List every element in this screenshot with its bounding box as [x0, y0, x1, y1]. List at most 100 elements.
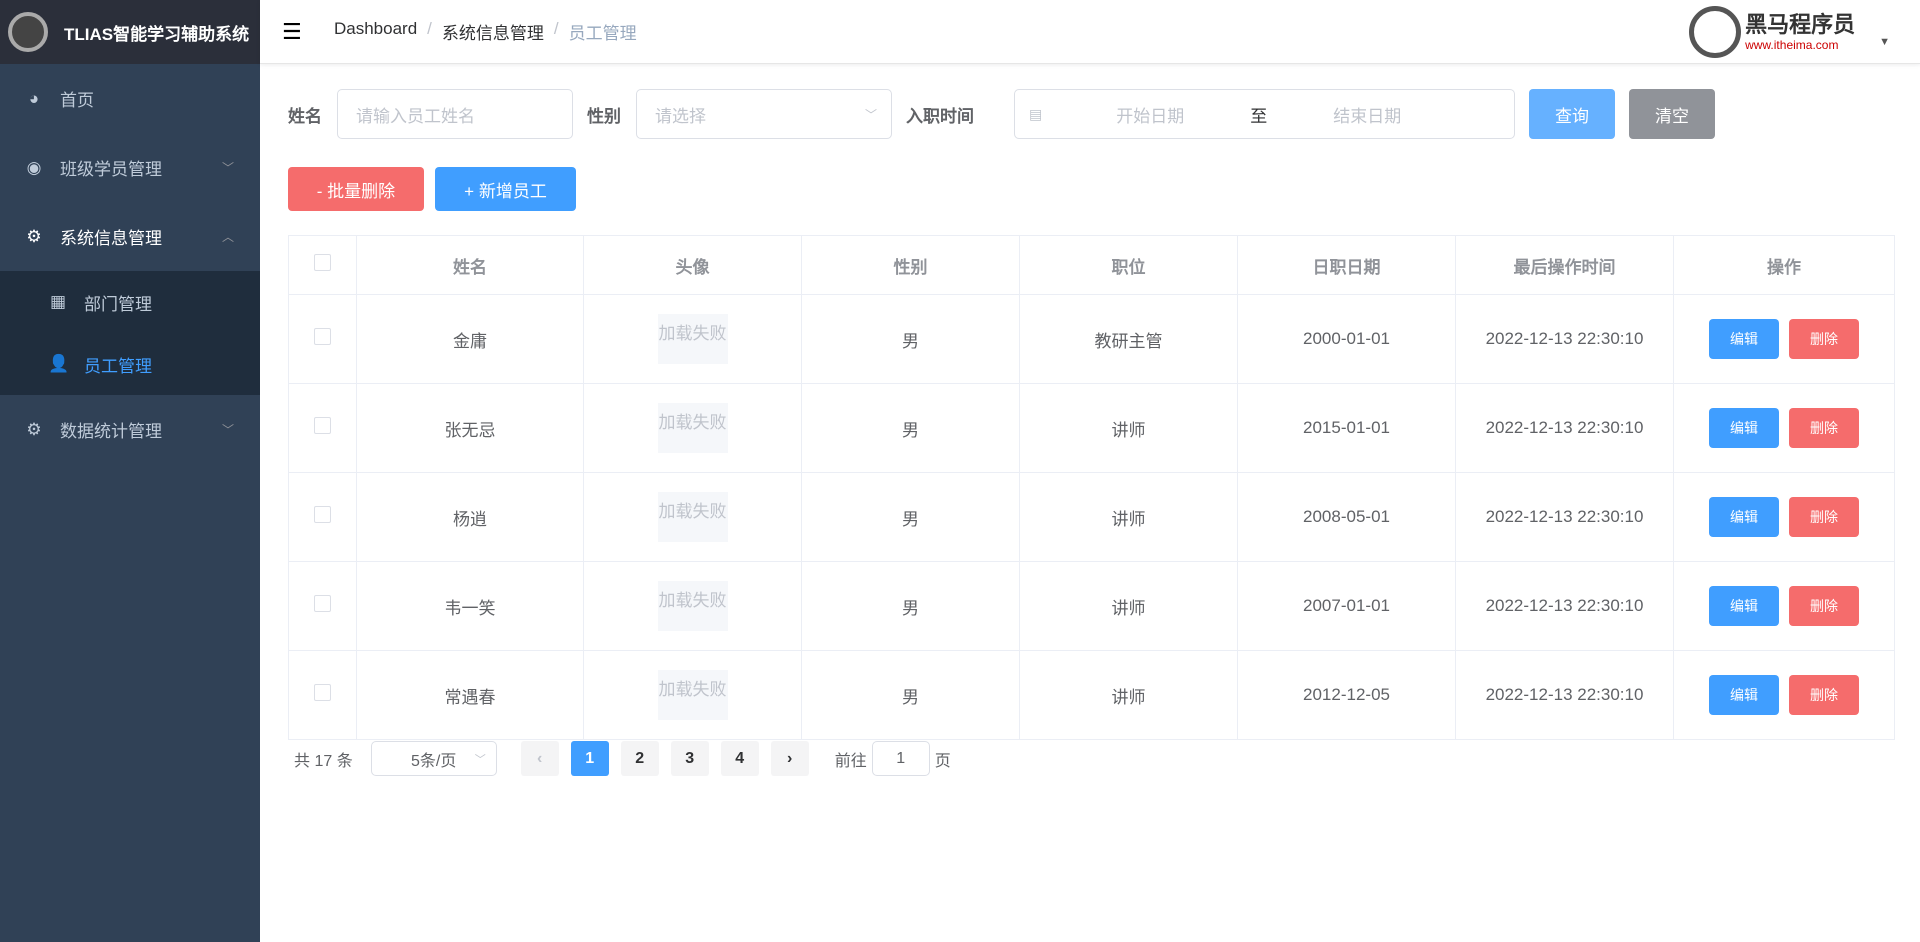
- breadcrumb-separator: /: [553, 19, 559, 38]
- gender-label: 性别: [587, 106, 621, 126]
- col-update-time: 最后操作时间: [1455, 235, 1674, 295]
- edit-button[interactable]: 编辑: [1709, 408, 1779, 448]
- logo-icon: [8, 12, 48, 52]
- avatar-image-failed: 加载失败: [657, 670, 728, 720]
- select-cell: [288, 561, 357, 651]
- dashboard-icon: ◕: [28, 88, 40, 108]
- page-size-select[interactable]: 5条/页 ﹀: [370, 741, 497, 776]
- row-checkbox[interactable]: [314, 506, 331, 523]
- row-checkbox[interactable]: [314, 684, 331, 701]
- col-name: 姓名: [356, 235, 584, 295]
- update-time-cell: 2022-12-13 22:30:10: [1455, 383, 1674, 473]
- avatar-cell: 加载失败: [583, 294, 802, 384]
- employee-table: 姓名 头像 性别 职位 日职日期 最后操作时间 操作 金庸 加载失败 男 教研主…: [288, 235, 1895, 740]
- start-date-input[interactable]: 开始日期: [1050, 102, 1250, 127]
- entry-date-cell: 2007-01-01: [1237, 561, 1456, 651]
- table-row: 金庸 加载失败 男 教研主管 2000-01-01 2022-12-13 22:…: [288, 294, 1895, 384]
- name-placeholder: 请输入员工姓名: [356, 106, 475, 126]
- add-employee-button[interactable]: + 新增员工: [435, 167, 576, 211]
- edit-button[interactable]: 编辑: [1709, 675, 1779, 715]
- calendar-icon: ▤: [1029, 105, 1043, 122]
- horse-logo-icon: [1689, 6, 1742, 58]
- actions-cell: 编辑 删除: [1673, 561, 1895, 651]
- brand-dropdown[interactable]: 黑马程序员 www.itheima.com ▼: [1689, 6, 1890, 58]
- avatar-cell: 加载失败: [583, 383, 802, 473]
- name-cell: 韦一笑: [356, 561, 584, 651]
- brand-url: www.itheima.com: [1745, 38, 1839, 52]
- app-title: TLIAS智能学习辅助系统: [64, 24, 250, 44]
- job-cell: 讲师: [1019, 383, 1238, 473]
- next-page-button[interactable]: ›: [770, 741, 809, 776]
- actions-cell: 编辑 删除: [1673, 294, 1895, 384]
- delete-button[interactable]: 删除: [1789, 497, 1859, 537]
- sidebar-item-label: 系统信息管理: [60, 229, 162, 248]
- sidebar-item-emp[interactable]: 👤 员工管理: [0, 333, 260, 395]
- delete-button[interactable]: 删除: [1789, 586, 1859, 626]
- gear-icon: ⚙: [26, 419, 42, 439]
- sidebar-item-label: 首页: [60, 91, 94, 110]
- col-avatar: 头像: [583, 235, 802, 295]
- page-3[interactable]: 3: [670, 741, 709, 776]
- sidebar-item-stats[interactable]: ⚙ 数据统计管理 ﹀: [0, 395, 260, 464]
- name-input[interactable]: 请输入员工姓名: [337, 89, 573, 139]
- chevron-down-icon: ﹀: [221, 161, 234, 175]
- sidebar-item-class[interactable]: ◉ 班级学员管理 ﹀: [0, 133, 260, 202]
- edit-button[interactable]: 编辑: [1709, 319, 1779, 359]
- end-date-input[interactable]: 结束日期: [1267, 102, 1467, 127]
- edit-button[interactable]: 编辑: [1709, 497, 1779, 537]
- sidebar-item-label: 数据统计管理: [60, 422, 162, 441]
- table-row: 常遇春 加载失败 男 讲师 2012-12-05 2022-12-13 22:3…: [288, 650, 1895, 740]
- page-2[interactable]: 2: [620, 741, 659, 776]
- table-row: 韦一笑 加载失败 男 讲师 2007-01-01 2022-12-13 22:3…: [288, 561, 1895, 651]
- table-header: 姓名 头像 性别 职位 日职日期 最后操作时间 操作: [288, 235, 1895, 295]
- batch-delete-button[interactable]: - 批量删除: [288, 167, 424, 211]
- table-row: 杨逍 加载失败 男 讲师 2008-05-01 2022-12-13 22:30…: [288, 472, 1895, 562]
- sidebar-item-dept[interactable]: ▦ 部门管理: [0, 271, 260, 333]
- gender-cell: 男: [801, 294, 1020, 384]
- delete-button[interactable]: 删除: [1789, 319, 1859, 359]
- entry-date-cell: 2012-12-05: [1237, 650, 1456, 740]
- row-checkbox[interactable]: [314, 328, 331, 345]
- page-4[interactable]: 4: [720, 741, 759, 776]
- update-time-cell: 2022-12-13 22:30:10: [1455, 294, 1674, 384]
- row-checkbox[interactable]: [314, 595, 331, 612]
- row-checkbox[interactable]: [314, 417, 331, 434]
- edit-button[interactable]: 编辑: [1709, 586, 1779, 626]
- brand-name: 黑马程序员: [1745, 12, 1856, 37]
- clear-button[interactable]: 清空: [1629, 89, 1715, 139]
- gender-cell: 男: [801, 472, 1020, 562]
- menu-toggle-icon[interactable]: ☰: [282, 19, 312, 45]
- sidebar-item-label: 部门管理: [84, 294, 152, 314]
- job-cell: 教研主管: [1019, 294, 1238, 384]
- breadcrumb-dashboard[interactable]: Dashboard: [334, 19, 417, 44]
- select-cell: [288, 650, 357, 740]
- page-1[interactable]: 1: [570, 741, 609, 776]
- delete-button[interactable]: 删除: [1789, 408, 1859, 448]
- table-row: 张无忌 加载失败 男 讲师 2015-01-01 2022-12-13 22:3…: [288, 383, 1895, 473]
- entry-date-cell: 2008-05-01: [1237, 472, 1456, 562]
- range-separator: 至: [1250, 106, 1268, 126]
- caret-down-icon: ▼: [1879, 36, 1890, 48]
- gender-select[interactable]: 请选择 ﹀: [636, 89, 892, 139]
- col-entry-date: 日职日期: [1237, 235, 1456, 295]
- user-icon: 👤: [48, 354, 70, 373]
- delete-button[interactable]: 删除: [1789, 675, 1859, 715]
- update-time-cell: 2022-12-13 22:30:10: [1455, 472, 1674, 562]
- date-range-picker[interactable]: ▤ 开始日期 至 结束日期: [1014, 89, 1515, 139]
- sidebar-item-home[interactable]: ◕ 首页: [0, 64, 260, 133]
- breadcrumb: Dashboard / 系统信息管理 / 员工管理: [334, 19, 637, 44]
- col-job: 职位: [1019, 235, 1238, 295]
- query-button[interactable]: 查询: [1529, 89, 1615, 139]
- sidebar-item-system[interactable]: ⚙ 系统信息管理 ︿: [0, 202, 260, 271]
- avatar-image-failed: 加载失败: [657, 403, 728, 453]
- submenu: ▦ 部门管理 👤 员工管理: [0, 271, 260, 395]
- entry-date-cell: 2015-01-01: [1237, 383, 1456, 473]
- help-circle-icon: ◉: [26, 157, 42, 177]
- prev-page-button[interactable]: ‹: [520, 741, 559, 776]
- actions-cell: 编辑 删除: [1673, 650, 1895, 740]
- goto-page-input[interactable]: 1: [871, 741, 930, 776]
- job-cell: 讲师: [1019, 472, 1238, 562]
- select-all-checkbox[interactable]: [314, 254, 331, 271]
- search-form: 姓名 请输入员工姓名 性别 请选择 ﹀ 入职时间 ▤ 开始日期 至 结束日期 查询…: [288, 89, 1715, 139]
- avatar-cell: 加载失败: [583, 561, 802, 651]
